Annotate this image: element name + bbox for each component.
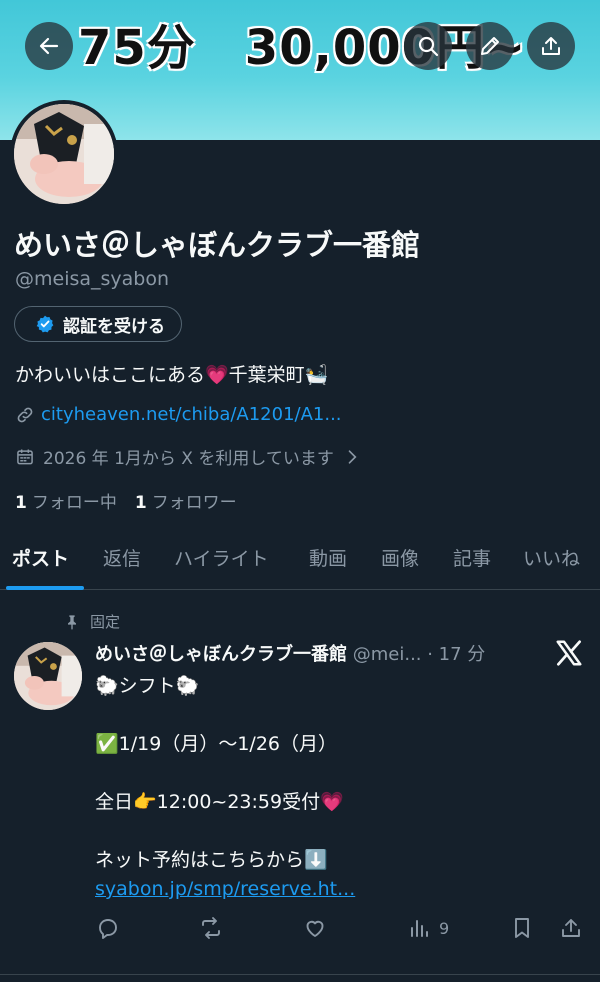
profile-tabs: ポスト 返信 ハイライト 動画 画像 記事 いいね [0,530,600,590]
views-button[interactable]: 9 [407,916,449,940]
bookmark-icon [515,918,529,938]
search-icon [418,36,439,57]
follow-stats: 1 フォロー中 1 フォロワー [15,488,237,513]
post-divider [0,974,600,975]
like-button[interactable] [303,916,327,940]
bookmark-button[interactable] [510,916,534,940]
post-line: 全日👉12:00~23:59受付💗 [95,791,344,813]
banner-text: 75分 30,000円~ [78,20,527,76]
profile-avatar[interactable] [10,100,118,208]
reply-button[interactable] [96,916,120,940]
share-icon [542,37,560,55]
post-share-button[interactable] [559,916,583,940]
share-icon [562,919,580,937]
post-line-spacer [95,817,585,846]
following-count: 1 [15,493,27,513]
views-icon [411,920,428,937]
repost-icon [202,917,220,939]
post-line: 🐑シフト🐑 [95,675,200,697]
back-button[interactable] [25,22,73,70]
reply-icon [99,919,117,939]
joined-text: 2026 年 1月から X を利用しています [43,449,334,469]
calendar-icon [17,449,33,464]
search-button[interactable] [404,22,452,70]
post-actions: 9 [0,916,600,948]
link-icon [17,407,33,422]
edit-button[interactable] [466,22,514,70]
like-icon [306,920,324,937]
x-logo-icon [556,640,582,666]
profile-name: めいさ＠しゃぼんクラブ一番館 [14,228,421,262]
avatar-image [14,104,114,204]
following-link[interactable]: 1 フォロー中 [15,488,117,513]
post-line-spacer [95,701,585,730]
post-body: 🐑シフト🐑 ✅1/19（月）〜1/26（月） 全日👉12:00~23:59受付💗… [95,672,585,904]
verified-badge-icon [36,315,54,333]
active-tab-indicator [6,586,84,590]
post-handle-time: @mei... · 17 分 [352,644,486,665]
pinned-indicator: 固定 [64,611,120,632]
post-line: ✅1/19（月）〜1/26（月） [95,733,337,755]
repost-button[interactable] [199,916,223,940]
tab-replies[interactable]: 返信 [103,544,141,571]
tab-highlights[interactable]: ハイライト [174,544,269,571]
tab-articles[interactable]: 記事 [453,544,491,571]
joined-date[interactable]: 2026 年 1月から X を利用しています [15,444,362,469]
tab-posts[interactable]: ポスト [12,544,69,571]
chevron-right-icon [348,449,357,464]
post-link[interactable]: syabon.jp/smp/reserve.ht... [95,875,585,904]
followers-label: フォロワー [151,493,237,513]
pin-icon [68,614,76,630]
edit-icon [481,37,499,55]
post-line-spacer [95,759,585,788]
get-verified-label: 認証を受ける [63,316,165,337]
following-label: フォロー中 [31,493,117,513]
back-arrow-icon [39,37,59,55]
post-header: めいさ＠しゃぼんクラブ一番館 @mei... · 17 分 [95,640,485,666]
tab-videos[interactable]: 動画 [309,544,347,571]
profile-link[interactable]: cityheaven.net/chiba/A1201/A1... [15,404,342,425]
profile-bio: かわいいはここにある💗千葉栄町🛀 [15,364,329,386]
post-avatar[interactable] [14,642,82,710]
post-line: ネット予約はこちらから⬇️ [95,849,328,871]
followers-count: 1 [134,493,147,513]
share-button[interactable] [527,22,575,70]
followers-link[interactable]: 1 フォロワー [135,488,237,513]
profile-link-text[interactable]: cityheaven.net/chiba/A1201/A1... [41,404,342,425]
post-avatar-image [14,642,82,710]
get-verified-button[interactable]: 認証を受ける [14,306,182,342]
pinned-label: 固定 [90,613,121,631]
tab-likes[interactable]: いいね [523,544,580,571]
views-count: 9 [439,918,450,938]
post-author-name[interactable]: めいさ＠しゃぼんクラブ一番館 [95,644,347,665]
profile-handle: @meisa_syabon [15,268,170,290]
tab-images[interactable]: 画像 [381,544,419,571]
